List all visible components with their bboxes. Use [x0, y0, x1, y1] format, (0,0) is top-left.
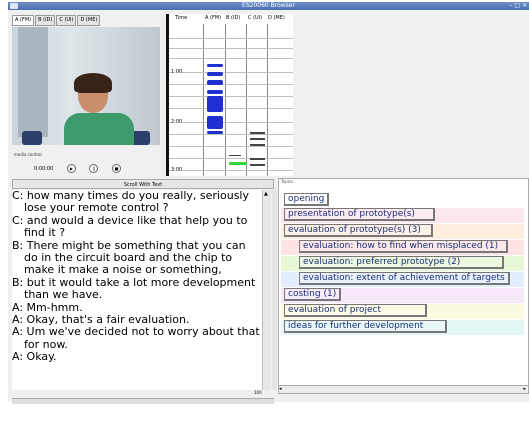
speaker-tabs: A (FM) B (ID) C (UI) D (ME) [12, 15, 101, 26]
title-bar: ES20060 Browser – □ × [8, 2, 529, 10]
transcript-line[interactable]: B: but it would take a lot more developm… [12, 276, 262, 302]
topic-evaluation-extent-of-targets[interactable]: evaluation: extent of achievement of tar… [297, 272, 514, 285]
transcript-line[interactable]: B: There might be something that you can… [12, 239, 262, 277]
topic-evaluation-find-misplaced[interactable]: evaluation: how to find when misplaced (… [297, 240, 512, 253]
topic-ideas-further-development[interactable]: ideas for further development [282, 320, 451, 333]
video-person-hair [74, 73, 112, 93]
video-curtain [18, 27, 48, 137]
topic-opening[interactable]: opening [282, 193, 333, 206]
tab-speaker-c[interactable]: C (UI) [56, 15, 77, 26]
transcript-panel[interactable]: C: how many times do you really, serious… [12, 190, 262, 390]
timeline-gridline [169, 158, 293, 159]
topics-panel: Topics opening presentation of prototype… [278, 178, 529, 394]
speech-segment-a [207, 90, 223, 94]
timeline-gridline [169, 170, 293, 171]
timeline-header-d: D (ME) [268, 15, 285, 21]
speech-segment-c [250, 144, 265, 146]
timeline-gridline [169, 58, 293, 59]
transcript-line[interactable]: A: Okay. [12, 350, 262, 363]
timeline-gridline [169, 122, 293, 123]
timeline-divider [246, 24, 247, 176]
transcript-line[interactable]: C: and would a device like that help you… [12, 214, 262, 240]
speech-segment-a [207, 64, 223, 67]
topic-presentation-of-prototypes[interactable]: presentation of prototype(s) [282, 208, 439, 221]
timeline-divider [225, 24, 226, 176]
panel-splitter[interactable] [272, 190, 277, 390]
timeline-header-b: B (ID) [226, 15, 241, 21]
topics-label: Topics [281, 179, 294, 184]
timeline-divider [203, 24, 204, 176]
speech-segment-a [207, 80, 223, 85]
video-person-body [64, 113, 134, 145]
timeline-header-a: A (FM) [205, 15, 222, 21]
timeline-gridline [169, 108, 293, 109]
media-controls: 0:00:00 ▶ ‖ ■ [34, 164, 133, 174]
timeline-tick-3: 3:00 [171, 167, 183, 173]
timeline-divider [267, 24, 268, 176]
tab-speaker-b[interactable]: B (ID) [35, 15, 56, 26]
timeline-gridline [169, 134, 293, 135]
topic-evaluation-of-project[interactable]: evaluation of project [282, 304, 431, 317]
scroll-with-text-button[interactable]: Scroll With Text [12, 179, 274, 189]
transcript-line[interactable]: C: how many times do you really, serious… [12, 190, 262, 215]
pause-icon[interactable]: ‖ [89, 164, 99, 173]
topics-hscrollbar[interactable]: ◂ ▸ [278, 385, 529, 394]
window-title: ES20060 Browser [242, 2, 295, 9]
topic-evaluation-of-prototypes[interactable]: evaluation of prototype(s) (3) [282, 224, 437, 237]
scroll-up-arrow-icon[interactable]: ▲ [264, 192, 268, 197]
scroll-left-arrow-icon[interactable]: ◂ [279, 386, 282, 392]
speech-segment-a [207, 96, 223, 112]
timeline-gridline [169, 48, 293, 49]
transcript-zoom: 100 [254, 390, 262, 395]
speech-segment-b [229, 155, 241, 156]
transcript-scrollbar[interactable]: ▲ [262, 190, 271, 390]
speech-segment-c [250, 132, 265, 134]
scroll-right-arrow-icon[interactable]: ▸ [523, 386, 526, 393]
timeline-gridline [169, 38, 293, 39]
timeline-gridline [169, 96, 293, 97]
timeline-tick-1: 1:00 [171, 69, 183, 75]
speech-segment-a [207, 131, 223, 134]
media-control-label: media control [14, 152, 42, 157]
topic-costing[interactable]: costing (1) [282, 288, 345, 301]
timeline-tick-2: 2:00 [171, 119, 183, 125]
timeline-gridline [169, 146, 293, 147]
stop-icon[interactable]: ■ [112, 164, 122, 173]
timeline-header-time: Time [175, 15, 188, 21]
speech-segment-c [250, 158, 265, 160]
video-frame [12, 27, 160, 145]
media-time: 0:00:00 [34, 166, 54, 172]
video-chair [22, 131, 42, 145]
tab-speaker-a[interactable]: A (FM) [12, 15, 35, 26]
speech-segment-a [207, 116, 223, 129]
tab-speaker-d[interactable]: D (ME) [77, 15, 101, 26]
topic-evaluation-preferred-prototype[interactable]: evaluation: preferred prototype (2) [297, 256, 508, 269]
timeline-header: Time A (FM) B (ID) C (UI) D (ME) [169, 14, 293, 24]
speech-segment-c [250, 164, 265, 166]
speech-segment-c [250, 138, 265, 140]
transcript-hscrollbar[interactable] [12, 398, 274, 404]
browser-window: ES20060 Browser – □ × A (FM) B (ID) C (UI)… [8, 2, 529, 404]
timeline-panel[interactable]: Time A (FM) B (ID) C (UI) D (ME) 1:00 2:… [166, 14, 293, 176]
play-icon[interactable]: ▶ [66, 164, 76, 173]
timeline-gridline [169, 72, 293, 73]
timeline-gridline [169, 84, 293, 85]
app-icon [10, 3, 18, 9]
speech-segment-a [207, 72, 223, 76]
speech-segment-b [229, 162, 247, 165]
timeline-header-c: C (UI) [248, 15, 263, 21]
window-controls[interactable]: – □ × [509, 3, 527, 9]
transcript-line[interactable]: A: Um we've decided not to worry about t… [12, 326, 262, 351]
